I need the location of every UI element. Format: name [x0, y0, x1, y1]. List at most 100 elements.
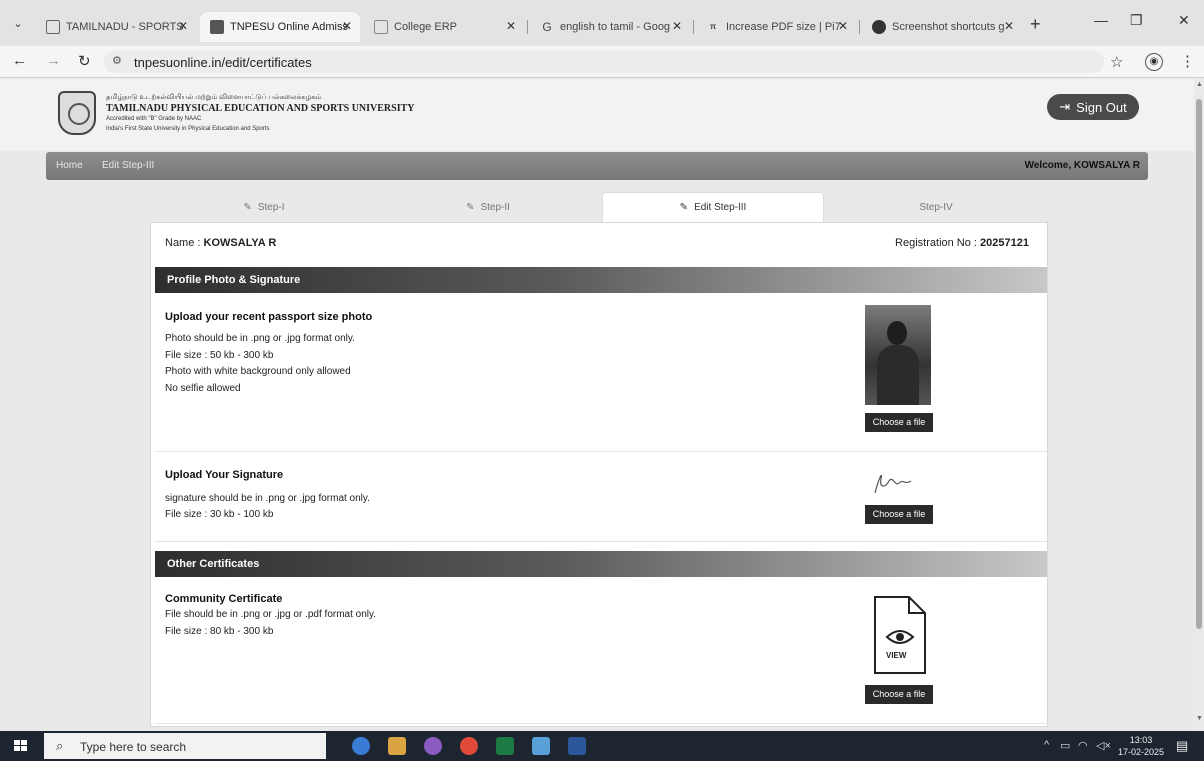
clock-date: 17-02-2025: [1118, 747, 1165, 757]
profile-avatar-icon[interactable]: ◉: [1145, 53, 1163, 71]
choose-signature-button[interactable]: Choose a file: [865, 505, 933, 524]
browser-tab[interactable]: G english to tamil - Goog ✕: [530, 12, 690, 42]
edit-icon: ✎: [679, 202, 689, 213]
tab-step-4[interactable]: Step-IV: [826, 192, 1046, 222]
view-label: VIEW: [886, 651, 907, 660]
google-icon: G: [542, 20, 552, 34]
close-icon[interactable]: ✕: [838, 19, 848, 33]
network-icon[interactable]: ◠: [1078, 739, 1088, 752]
page-scrollbar[interactable]: ▲ ▼: [1194, 79, 1204, 731]
tagline-text: India's First State University in Physic…: [106, 126, 270, 132]
photo-upload-title: Upload your recent passport size photo: [165, 311, 373, 323]
browser-menu-icon[interactable]: ⋮: [1180, 52, 1195, 70]
browser-tab[interactable]: College ERP ✕: [364, 12, 524, 42]
tray-chevron-up-icon[interactable]: ^: [1044, 739, 1049, 751]
tab-separator: [527, 20, 528, 34]
community-certificate-title: Community Certificate: [165, 593, 283, 605]
browser-tab[interactable]: π Increase PDF size | Pi7 ✕: [696, 12, 856, 42]
tab-title: TNPESU Online Admiss: [230, 21, 348, 33]
name-label: Name :: [165, 237, 201, 249]
reload-icon[interactable]: ↻: [78, 52, 91, 70]
registration-number: Registration No : 20257121: [895, 237, 1029, 249]
section-header-profile: Profile Photo & Signature: [155, 267, 1047, 293]
divider: [155, 451, 1047, 452]
battery-icon[interactable]: ▭: [1060, 739, 1070, 752]
system-clock[interactable]: 13:03 17-02-2025: [1118, 734, 1164, 758]
tab-title: english to tamil - Goog: [560, 21, 671, 33]
choose-community-button[interactable]: Choose a file: [865, 685, 933, 704]
minimize-icon[interactable]: —: [1094, 12, 1108, 28]
chrome-app-icon[interactable]: [460, 737, 478, 755]
university-logo: [58, 91, 96, 135]
tab-title: TAMILNADU - SPORTS: [66, 21, 184, 33]
signature-requirement: signature should be in .png or .jpg form…: [165, 493, 370, 504]
tab-step-2[interactable]: ✎ Step-II: [376, 192, 600, 222]
site-settings-icon[interactable]: ⚙: [112, 54, 122, 67]
close-icon[interactable]: ✕: [1004, 19, 1014, 33]
document-eye-icon: [874, 596, 926, 674]
tab-separator: [859, 20, 860, 34]
reg-label: Registration No :: [895, 237, 977, 249]
close-icon[interactable]: ✕: [178, 19, 188, 33]
photo-requirement: Photo with white background only allowed: [165, 366, 351, 377]
omnibox[interactable]: ⚙ tnpesuonline.in/edit/certificates: [104, 51, 1104, 73]
file-explorer-icon[interactable]: [388, 737, 406, 755]
signature-requirement: File size : 30 kb - 100 kb: [165, 509, 274, 520]
close-icon[interactable]: ✕: [672, 19, 682, 33]
forward-arrow-icon[interactable]: →: [46, 52, 61, 69]
sign-out-icon: ⇥: [1059, 99, 1071, 114]
section-header-other-certificates: Other Certificates: [155, 551, 1047, 577]
window-close-icon[interactable]: ✕: [1178, 12, 1190, 29]
edge-app-icon[interactable]: [352, 737, 370, 755]
word-app-icon[interactable]: [568, 737, 586, 755]
scrollbar-thumb[interactable]: [1196, 99, 1202, 629]
restore-icon[interactable]: ❐: [1130, 12, 1143, 29]
choose-photo-button[interactable]: Choose a file: [865, 413, 933, 432]
tab-step-1[interactable]: ✎ Step-I: [152, 192, 376, 222]
university-name: TAMILNADU PHYSICAL EDUCATION AND SPORTS …: [106, 103, 415, 114]
bookmark-star-icon[interactable]: ☆: [1110, 53, 1123, 71]
hourglass-icon: [46, 20, 60, 34]
sign-out-button[interactable]: ⇥ Sign Out: [1047, 94, 1139, 120]
divider: [155, 541, 1047, 542]
clock-time: 13:03: [1129, 735, 1153, 745]
browser-tab[interactable]: Screenshot shortcuts g ✕: [862, 12, 1022, 42]
tab-edit-step-3[interactable]: ✎ Edit Step-III: [602, 192, 824, 222]
image-viewer-icon[interactable]: [532, 737, 550, 755]
accreditation-text: Accredited with "B" Grade by NAAC: [106, 116, 202, 122]
tab-title: Screenshot shortcuts g: [892, 21, 1005, 33]
tab-label: Step-IV: [919, 201, 953, 213]
close-icon[interactable]: ✕: [506, 19, 516, 33]
browser-tab[interactable]: TAMILNADU - SPORTS ✕: [36, 12, 196, 42]
windows-taskbar: ⌕ Type here to search ^ ▭ ◠ ◁× 13:03 17-…: [0, 731, 1204, 761]
tab-label: Edit Step-III: [694, 202, 747, 213]
tab-title: College ERP: [394, 21, 457, 33]
tab-search-chevron-icon[interactable]: ⌄: [8, 14, 28, 34]
excel-app-icon[interactable]: [496, 737, 514, 755]
breadcrumb: Home Edit Step-III Welcome, KOWSALYA R: [46, 152, 1148, 180]
tab-label: Step-II: [480, 201, 510, 213]
reg-value: 20257121: [980, 237, 1029, 249]
windows-start-icon[interactable]: [14, 740, 28, 752]
view-document-icon[interactable]: [871, 595, 927, 675]
browser-tab-active[interactable]: TNPESU Online Admiss ✕: [200, 12, 360, 42]
address-bar-row: ← → ↻ ⚙ tnpesuonline.in/edit/certificate…: [0, 46, 1204, 78]
breadcrumb-current: Edit Step-III: [102, 160, 155, 171]
back-arrow-icon[interactable]: ←: [12, 52, 27, 69]
community-requirement: File should be in .png or .jpg or .pdf f…: [165, 609, 377, 620]
tab-label: Step-I: [257, 201, 285, 213]
volume-mute-icon[interactable]: ◁×: [1096, 739, 1111, 752]
close-icon[interactable]: ✕: [342, 19, 352, 33]
url-text[interactable]: tnpesuonline.in/edit/certificates: [134, 55, 312, 70]
tab-separator: [693, 20, 694, 34]
notification-icon[interactable]: ▤: [1176, 738, 1188, 754]
new-tab-plus-icon[interactable]: +: [1030, 14, 1041, 35]
app-icon[interactable]: [424, 737, 442, 755]
scroll-down-icon[interactable]: ▼: [1196, 715, 1203, 722]
taskbar-search-box[interactable]: ⌕ Type here to search: [44, 733, 326, 759]
signature-preview: [874, 474, 912, 494]
edit-icon: ✎: [466, 201, 475, 213]
photo-requirement: No selfie allowed: [165, 383, 241, 394]
scroll-up-icon[interactable]: ▲: [1196, 81, 1203, 88]
breadcrumb-home-link[interactable]: Home: [56, 160, 83, 171]
